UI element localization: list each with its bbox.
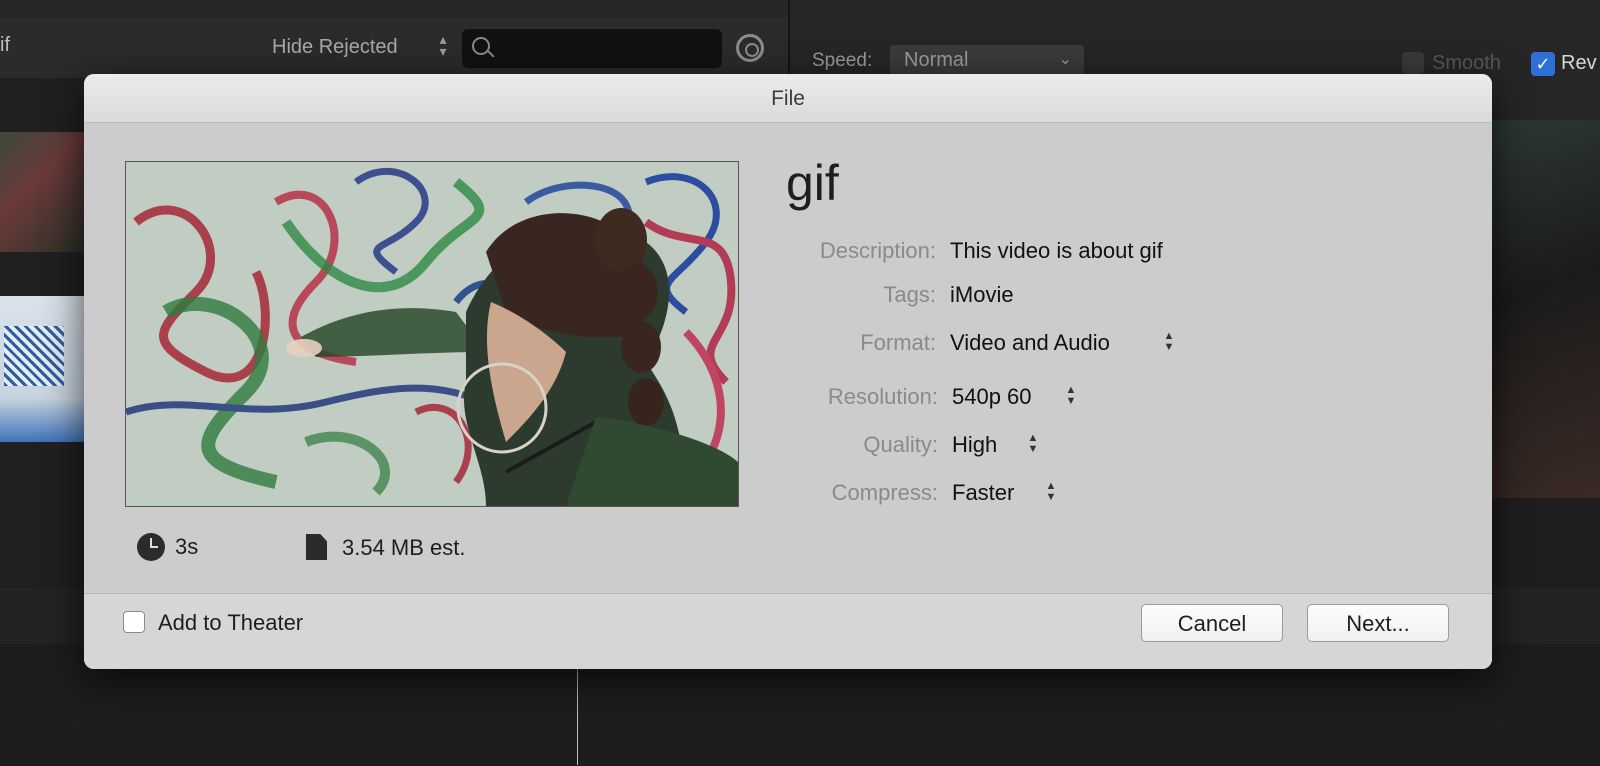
file-size-text: 3.54 MB est. [342,535,466,560]
format-label: Format: [860,330,936,355]
search-icon [472,37,490,55]
add-to-theater-label[interactable]: Add to Theater [158,610,303,636]
share-title-field[interactable]: gif [786,154,839,212]
description-field[interactable]: This video is about gif [950,238,1163,264]
stepper-icon[interactable]: ▴ ▾ [437,32,449,58]
share-file-dialog: File 3s 3.54 MB est. gif Description: Th… [84,74,1492,669]
smooth-checkbox[interactable] [1402,52,1424,74]
clip-thumbnail[interactable] [0,296,92,442]
search-input[interactable] [462,29,722,68]
format-select[interactable]: Video and Audio [950,330,1110,356]
dialog-titlebar: File [84,74,1492,123]
stepper-icon[interactable]: ▲ ▼ [1044,481,1058,503]
clip-thumbnail[interactable] [0,132,92,252]
compress-label: Compress: [831,480,938,505]
resolution-select[interactable]: 540p 60 [952,384,1032,410]
next-button[interactable]: Next... [1307,604,1449,642]
duration-text: 3s [175,534,199,559]
stepper-icon[interactable]: ▲ ▼ [1162,331,1176,353]
document-icon [306,534,327,560]
resolution-label: Resolution: [827,384,938,409]
add-to-theater-checkbox[interactable] [123,611,145,633]
cancel-button[interactable]: Cancel [1141,604,1283,642]
smooth-label: Smooth [1432,52,1501,74]
speed-value: Normal [904,49,969,71]
dialog-title: File [771,87,805,110]
library-title: if [0,34,10,56]
compress-select[interactable]: Faster [952,480,1014,506]
tags-label: Tags: [883,282,936,307]
quality-select[interactable]: High [952,432,997,458]
stepper-icon[interactable]: ▲ ▼ [1026,433,1040,455]
filter-popup-label[interactable]: Hide Rejected [272,36,398,59]
clock-icon [137,533,165,561]
reverse-checkbox[interactable]: ✓ [1531,52,1555,76]
stepper-icon[interactable]: ▲ ▼ [1064,385,1078,407]
checkmark-icon: ✓ [1535,54,1551,74]
gear-icon[interactable] [736,34,764,62]
speed-label: Speed: [812,50,873,71]
quality-label: Quality: [863,432,938,457]
speed-select[interactable]: Normal ⌄ [890,45,1084,77]
reverse-label: Rev [1561,52,1597,74]
chevron-down-icon: ⌄ [1058,51,1072,68]
description-label: Description: [819,238,936,263]
tags-field[interactable]: iMovie [950,282,1014,308]
video-thumbnail [125,161,739,507]
